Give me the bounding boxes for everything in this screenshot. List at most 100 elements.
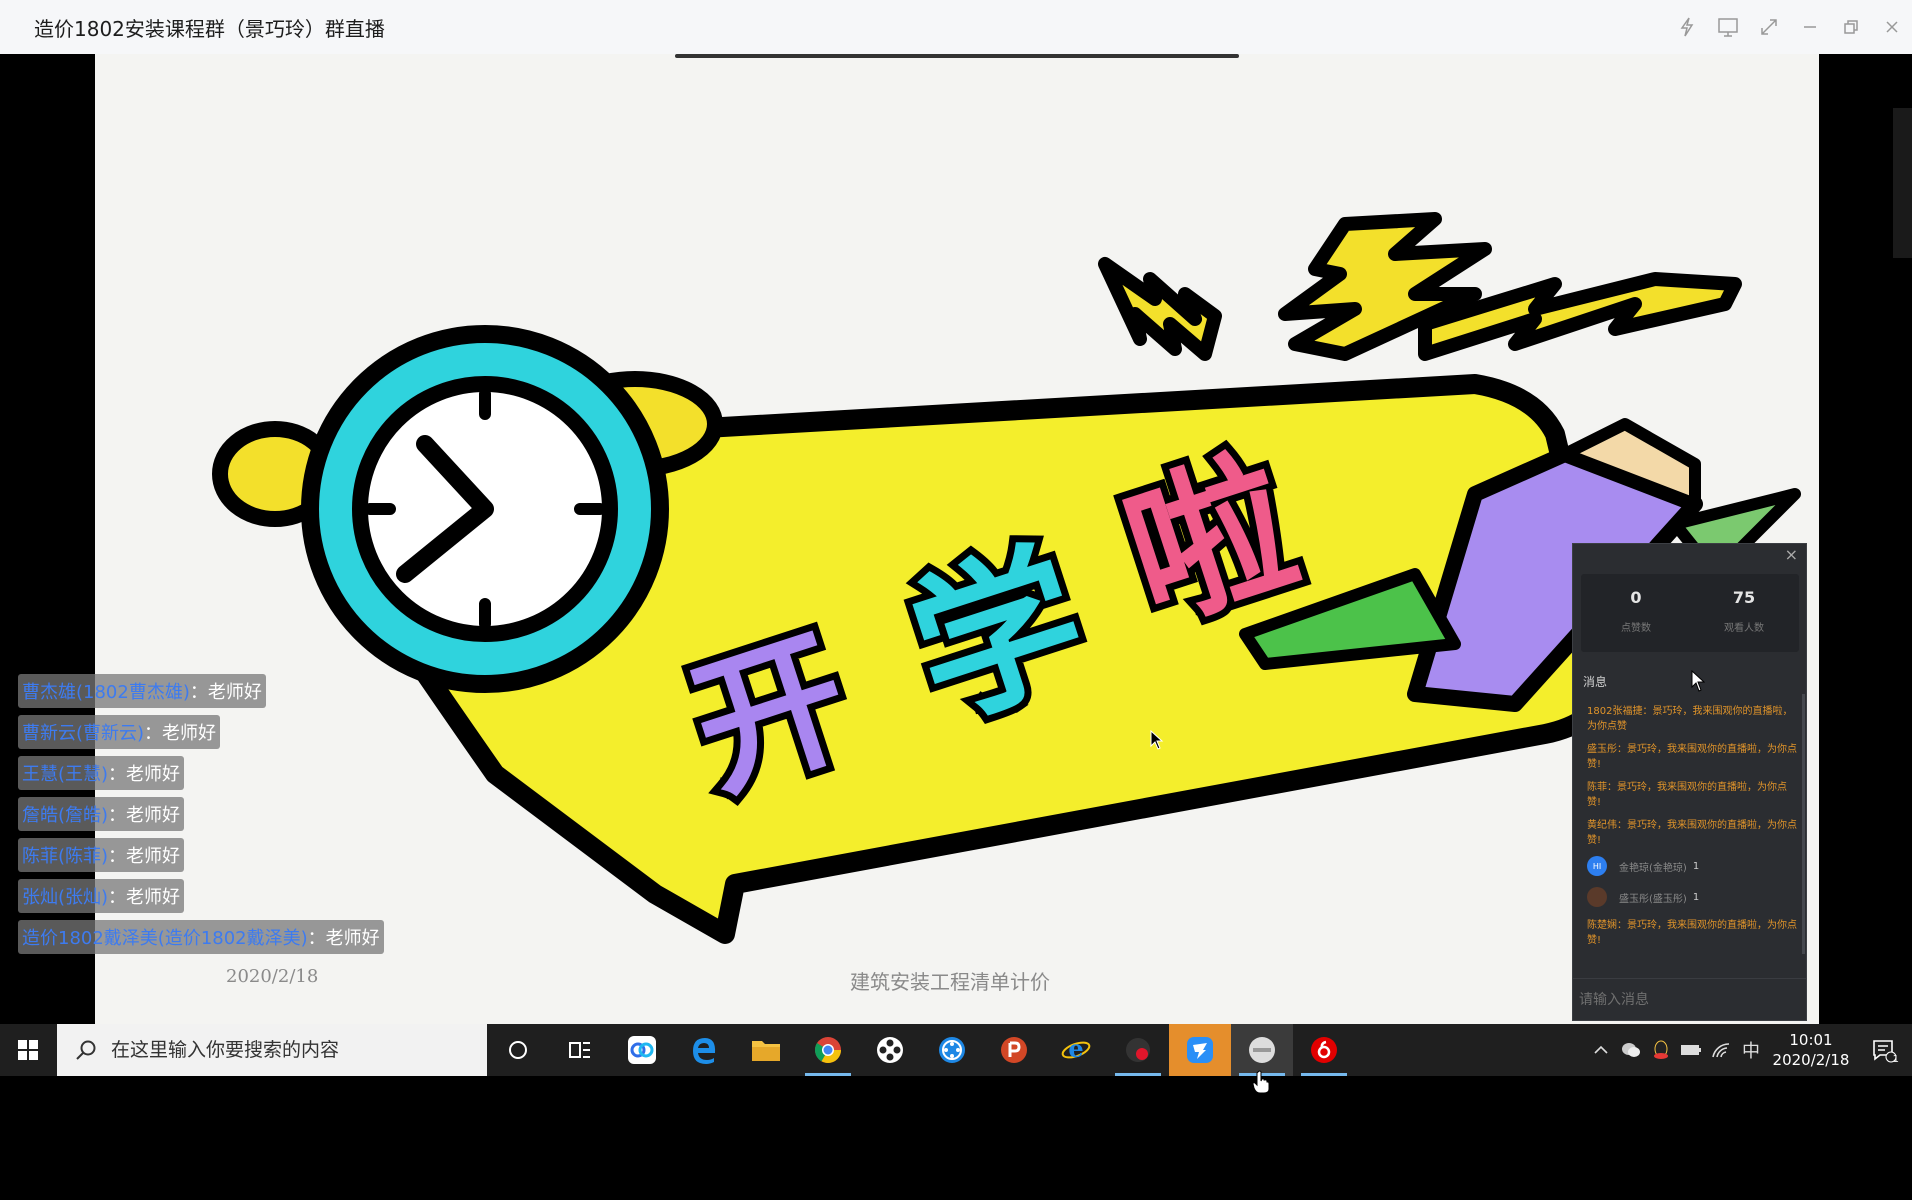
notification-count: 1 xyxy=(1892,1054,1899,1065)
lightning-bolt-1 xyxy=(1098,257,1222,361)
taskbar-app-media-player[interactable] xyxy=(859,1024,921,1076)
qq-tray-icon[interactable] xyxy=(1646,1040,1676,1060)
comment-item: 曹新云(曹新云)：老师好 xyxy=(18,715,384,749)
window-title: 造价1802安装课程群（景巧玲）群直播 xyxy=(34,16,385,41)
live-stats-panel: × 0 点赞数 75 观看人数 消息 1802张福捷：景巧玲，我来围观你的直播啦… xyxy=(1572,543,1807,1021)
comment-separator: ： xyxy=(108,805,127,826)
folder-icon xyxy=(752,1041,780,1061)
comment-item: 陈菲(陈菲)：老师好 xyxy=(18,838,384,872)
svg-text:e: e xyxy=(1068,1035,1083,1063)
comment-text: 老师好 xyxy=(207,682,262,703)
action-center-button[interactable]: 1 xyxy=(1856,1037,1912,1065)
clock-date: 2020/2/18 xyxy=(1772,1051,1850,1069)
restore-icon[interactable] xyxy=(1830,0,1871,54)
viewers-stat: 75 观看人数 xyxy=(1694,588,1794,634)
taskbar-app-netease-music[interactable] xyxy=(1293,1024,1355,1076)
taskbar-search[interactable] xyxy=(57,1024,487,1076)
screen-share-icon[interactable] xyxy=(1707,0,1748,54)
comment-text: 老师好 xyxy=(126,764,181,785)
side-edge-toolbar[interactable] xyxy=(1893,108,1912,258)
taskbar-app-file-explorer[interactable] xyxy=(735,1024,797,1076)
search-icon xyxy=(76,1040,96,1060)
tray-expand-icon[interactable] xyxy=(1586,1045,1616,1055)
taskbar-app-dingtalk[interactable] xyxy=(1169,1024,1231,1076)
windows-taskbar: e 中 10:01 2020/ xyxy=(0,1024,1912,1076)
comment-item: 造价1802戴泽美(造价1802戴泽美)：老师好 xyxy=(18,920,384,954)
comment-separator: ： xyxy=(307,928,326,949)
film-reel-icon xyxy=(877,1037,903,1063)
cortana-icon xyxy=(509,1041,527,1059)
message-item: 陈楚娴：景巧玲，我来围观你的直播啦，为你点赞! xyxy=(1587,920,1797,946)
close-icon[interactable] xyxy=(1871,0,1912,54)
taskbar-app-chrome[interactable] xyxy=(797,1024,859,1076)
chrome-icon xyxy=(814,1037,842,1064)
user-row: HI 金艳琼(金艳琼) 1 xyxy=(1587,856,1797,876)
video-reel-icon xyxy=(939,1037,965,1063)
dingtalk-icon xyxy=(1187,1037,1213,1063)
viewers-label: 观看人数 xyxy=(1724,623,1764,634)
comment-author: 曹新云(曹新云) xyxy=(22,723,145,744)
hand-cursor-icon xyxy=(1252,1070,1270,1094)
ime-indicator[interactable]: 中 xyxy=(1736,1037,1766,1063)
comment-separator: ： xyxy=(108,887,127,908)
search-input[interactable] xyxy=(111,1039,471,1061)
comment-item: 詹皓(詹皓)：老师好 xyxy=(18,797,384,831)
lightning-icon[interactable] xyxy=(1666,0,1707,54)
taskbar-app-live-class[interactable] xyxy=(1231,1024,1293,1076)
comment-separator: ： xyxy=(189,682,208,703)
cortana-button[interactable] xyxy=(487,1024,549,1076)
windows-logo-icon xyxy=(18,1040,38,1060)
comment-author: 王慧(王慧) xyxy=(22,764,109,785)
taskbar-app-baidu-netdisk[interactable] xyxy=(611,1024,673,1076)
taskbar-app-powerpoint[interactable] xyxy=(983,1024,1045,1076)
taskbar-app-recorder[interactable] xyxy=(1107,1024,1169,1076)
taskbar-app-video[interactable] xyxy=(921,1024,983,1076)
comment-separator: ： xyxy=(108,846,127,867)
message-item: 黄纪伟：景巧玲，我来围观你的直播啦，为你点赞! xyxy=(1587,820,1797,846)
taskbar-app-edge[interactable] xyxy=(673,1024,735,1076)
message-input-row xyxy=(1573,978,1806,1020)
taskbar-app-ie[interactable]: e xyxy=(1045,1024,1107,1076)
netease-music-icon xyxy=(1311,1037,1337,1063)
likes-stat: 0 点赞数 xyxy=(1586,588,1686,634)
task-view-icon xyxy=(569,1042,590,1058)
wechat-tray-icon[interactable] xyxy=(1616,1041,1646,1059)
bottom-black-area xyxy=(0,1076,1912,1200)
minimize-icon[interactable] xyxy=(1789,0,1830,54)
comment-author: 造价1802戴泽美(造价1802戴泽美) xyxy=(22,928,308,949)
user-name: 盛玉彤(盛玉彤) xyxy=(1619,893,1687,905)
comment-item: 张灿(张灿)：老师好 xyxy=(18,879,384,913)
user-row: 盛玉彤(盛玉彤) 1 xyxy=(1587,887,1797,907)
slide-footer-title: 建筑安装工程清单计价 xyxy=(850,970,1050,994)
comment-text: 老师好 xyxy=(126,887,181,908)
message-input[interactable] xyxy=(1573,979,1806,1020)
task-view-button[interactable] xyxy=(549,1024,611,1076)
comment-separator: ： xyxy=(108,764,127,785)
panel-close-icon[interactable]: × xyxy=(1785,545,1798,564)
slide-footer-date: 2020/2/18 xyxy=(226,966,319,987)
message-item: 盛玉彤：景巧玲，我来围观你的直播啦，为你点赞! xyxy=(1587,744,1797,770)
edge-icon xyxy=(693,1038,716,1064)
taskbar-apps: e xyxy=(487,1024,1355,1076)
baidu-netdisk-icon xyxy=(628,1036,656,1064)
clock-time: 10:01 xyxy=(1789,1031,1833,1049)
user-count: 1 xyxy=(1692,891,1700,903)
battery-icon[interactable] xyxy=(1676,1044,1706,1056)
taskbar-clock[interactable]: 10:01 2020/2/18 xyxy=(1766,1030,1856,1070)
comment-author: 陈菲(陈菲) xyxy=(22,846,109,867)
user-count: 1 xyxy=(1692,860,1700,872)
record-icon xyxy=(1126,1038,1150,1062)
comment-item: 曹杰雄(1802曹杰雄)：老师好 xyxy=(18,674,384,708)
comment-overlay: 曹杰雄(1802曹杰雄)：老师好 曹新云(曹新云)：老师好 王慧(王慧)：老师好… xyxy=(18,674,384,961)
messages-header: 消息 xyxy=(1583,675,1608,689)
powerpoint-icon xyxy=(1001,1037,1027,1063)
message-scrollbar[interactable] xyxy=(1802,694,1805,954)
message-item: 1802张福捷：景巧玲，我来围观你的直播啦，为你点赞 xyxy=(1587,706,1793,732)
fullscreen-icon[interactable] xyxy=(1748,0,1789,54)
comment-text: 老师好 xyxy=(126,846,181,867)
likes-count: 0 xyxy=(1630,588,1642,607)
comment-text: 老师好 xyxy=(126,805,181,826)
start-button[interactable] xyxy=(0,1024,56,1076)
wifi-icon[interactable] xyxy=(1706,1042,1736,1058)
avatar xyxy=(1587,887,1607,907)
